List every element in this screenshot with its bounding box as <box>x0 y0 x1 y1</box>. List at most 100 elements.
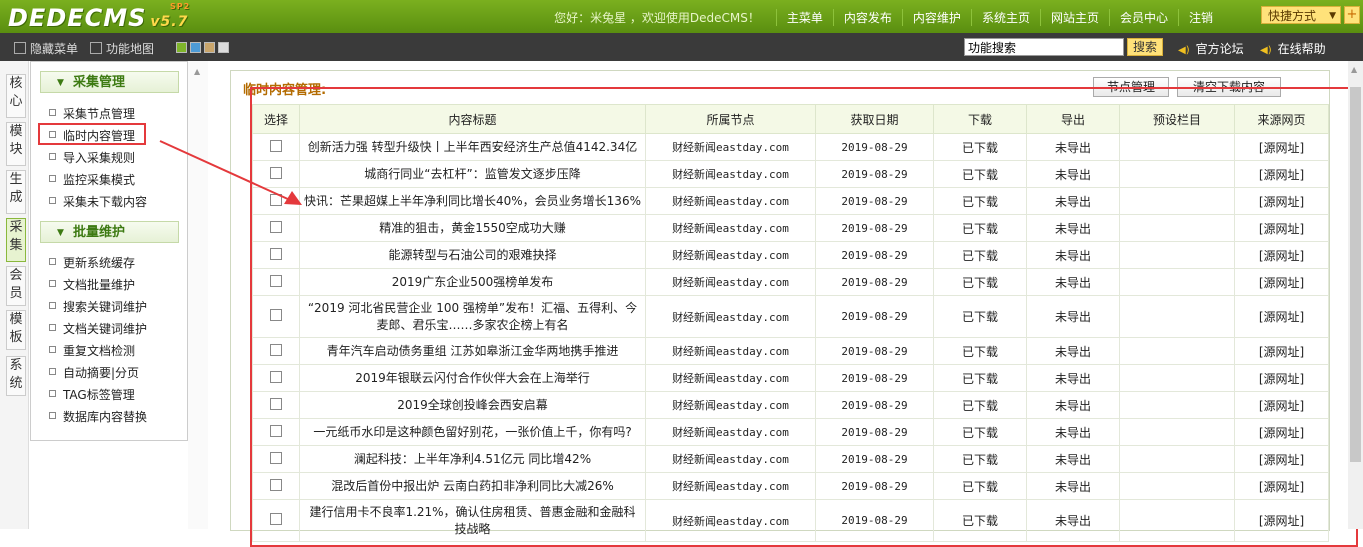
top-header: DEDECMS v5.7 SP2 您好：米兔星 ，欢迎使用DedeCMS！ 主菜单… <box>0 0 1363 33</box>
tab-generate-label: 生成 <box>9 172 23 205</box>
tab-system[interactable]: 系统 <box>6 356 26 396</box>
function-map-label: 功能地图 <box>106 42 155 56</box>
link-dot-icon: ◀) <box>1260 45 1272 56</box>
chevron-down-icon: ▼ <box>1329 11 1336 21</box>
function-map-button[interactable]: 功能地图 <box>90 40 154 57</box>
sidebar-item-label: 文档关键词维护 <box>63 322 148 336</box>
tab-templates-label: 模板 <box>9 312 23 345</box>
search-button[interactable]: 搜索 <box>1127 38 1163 56</box>
tab-collect[interactable]: 采集 <box>6 218 26 262</box>
tab-modules[interactable]: 模块 <box>6 122 26 166</box>
tab-core-label: 核心 <box>9 76 23 109</box>
annotation-red-frame <box>250 87 1358 547</box>
theme-swatch-green[interactable] <box>176 42 187 53</box>
bullet-icon <box>49 390 56 397</box>
nav-content-publish[interactable]: 内容发布 <box>832 8 902 26</box>
nav-content-maintain[interactable]: 内容维护 <box>901 8 971 26</box>
sidebar-item-batch-docs[interactable]: 文档批量维护 <box>49 276 135 293</box>
tab-core[interactable]: 核心 <box>6 74 26 118</box>
quick-links-label: 快捷方式 <box>1268 9 1317 23</box>
hide-menu-button[interactable]: 隐藏菜单 <box>14 40 78 57</box>
bullet-icon <box>49 197 56 204</box>
nav-member-center[interactable]: 会员中心 <box>1108 8 1178 26</box>
sidebar-item-db-replace[interactable]: 数据库内容替换 <box>49 408 147 425</box>
group-batch-title: 批量维护 <box>73 225 126 240</box>
bullet-icon <box>49 153 56 160</box>
sidebar-icon <box>14 42 26 54</box>
theme-swatch-tan[interactable] <box>204 42 215 53</box>
official-forum-label: 官方论坛 <box>1195 42 1244 56</box>
tab-templates[interactable]: 模板 <box>6 310 26 350</box>
sidebar-item-duplicate-check[interactable]: 重复文档检测 <box>49 342 135 359</box>
page-scrollbar[interactable]: ▲ <box>1348 61 1363 529</box>
left-module-tabs: 核心 模块 生成 采集 会员 模板 系统 <box>0 61 29 529</box>
link-dot-icon: ◀) <box>1178 45 1190 56</box>
function-search-input[interactable] <box>964 38 1124 56</box>
sidebar-item-label: 采集节点管理 <box>63 107 136 121</box>
scroll-up-icon[interactable]: ▲ <box>1351 65 1357 74</box>
official-forum-link[interactable]: ◀) 官方论坛 <box>1178 40 1244 57</box>
sidebar-item-label: 数据库内容替换 <box>63 410 148 424</box>
tab-collect-label: 采集 <box>9 220 23 253</box>
group-collect-title: 采集管理 <box>73 75 126 90</box>
add-quick-link-button[interactable]: + <box>1344 6 1360 24</box>
bullet-icon <box>49 324 56 331</box>
quick-links-dropdown[interactable]: 快捷方式 ▼ <box>1261 6 1341 24</box>
grid-icon <box>90 42 102 54</box>
sidebar-item-label: 采集未下载内容 <box>63 195 148 209</box>
bullet-icon <box>49 368 56 375</box>
sidebar-item-label: 导入采集规则 <box>63 151 136 165</box>
theme-swatch-gray[interactable] <box>218 42 229 53</box>
version-label: v5.7 <box>150 14 189 30</box>
tab-generate[interactable]: 生成 <box>6 170 26 214</box>
sidebar-item-label: 监控采集模式 <box>63 173 136 187</box>
bullet-icon <box>49 280 56 287</box>
sidebar-item-label: 搜索关键词维护 <box>63 300 148 314</box>
nav-main-menu[interactable]: 主菜单 <box>775 8 833 26</box>
group-batch-header[interactable]: ▼ 批量维护 <box>40 221 179 243</box>
menu-scrollbar[interactable]: ▲ <box>188 61 208 529</box>
logo-text: DEDECMS <box>8 4 147 32</box>
triangle-down-icon: ▼ <box>57 78 64 88</box>
theme-swatch-blue[interactable] <box>190 42 201 53</box>
sidebar-item-monitor-mode[interactable]: 监控采集模式 <box>49 171 135 188</box>
sidebar-item-auto-summary[interactable]: 自动摘要|分页 <box>49 364 139 381</box>
triangle-down-icon: ▼ <box>57 228 64 238</box>
dedecms-logo[interactable]: DEDECMS v5.7 SP2 <box>8 2 191 32</box>
nav-logout[interactable]: 注销 <box>1177 8 1223 26</box>
bullet-icon <box>49 109 56 116</box>
sidebar-item-import-rules[interactable]: 导入采集规则 <box>49 149 135 166</box>
sidebar-item-label: 更新系统缓存 <box>63 256 136 270</box>
sidebar-menu: ▼ 采集管理 采集节点管理 临时内容管理 导入采集规则 监控采集模式 采集未下载内… <box>30 61 188 441</box>
online-help-link[interactable]: ◀) 在线帮助 <box>1260 40 1326 57</box>
sidebar-item-undownloaded[interactable]: 采集未下载内容 <box>49 193 147 210</box>
sidebar-item-update-cache[interactable]: 更新系统缓存 <box>49 254 135 271</box>
sidebar-item-search-keywords[interactable]: 搜索关键词维护 <box>49 298 147 315</box>
tab-members[interactable]: 会员 <box>6 266 26 306</box>
nav-site-home[interactable]: 网站主页 <box>1039 8 1109 26</box>
scrollbar-thumb[interactable] <box>1350 87 1361 462</box>
bullet-icon <box>49 302 56 309</box>
top-nav: 您好：米兔星 ，欢迎使用DedeCMS！ 主菜单 内容发布 内容维护 系统主页 … <box>554 8 1223 26</box>
sidebar-item-label: 重复文档检测 <box>63 344 136 358</box>
group-collect-header[interactable]: ▼ 采集管理 <box>40 71 179 93</box>
tab-modules-label: 模块 <box>9 124 23 157</box>
tab-system-label: 系统 <box>9 358 23 391</box>
sidebar-item-label: 自动摘要|分页 <box>63 366 140 380</box>
sidebar-item-collect-nodes[interactable]: 采集节点管理 <box>49 105 135 122</box>
bullet-icon <box>49 346 56 353</box>
online-help-label: 在线帮助 <box>1277 42 1326 56</box>
greeting-text: 您好：米兔星 ，欢迎使用DedeCMS！ <box>554 10 760 25</box>
hide-menu-label: 隐藏菜单 <box>30 42 79 56</box>
sidebar-item-tag-manage[interactable]: TAG标签管理 <box>49 386 135 403</box>
sidebar-item-label: TAG标签管理 <box>63 388 135 402</box>
sidebar-item-doc-keywords[interactable]: 文档关键词维护 <box>49 320 147 337</box>
version-tag: SP2 <box>170 2 191 11</box>
bullet-icon <box>49 175 56 182</box>
tab-members-label: 会员 <box>9 268 23 301</box>
annotation-highlight-box <box>38 123 146 145</box>
bullet-icon <box>49 258 56 265</box>
scroll-up-icon[interactable]: ▲ <box>194 67 200 76</box>
sidebar-item-label: 文档批量维护 <box>63 278 136 292</box>
nav-system-home[interactable]: 系统主页 <box>970 8 1040 26</box>
